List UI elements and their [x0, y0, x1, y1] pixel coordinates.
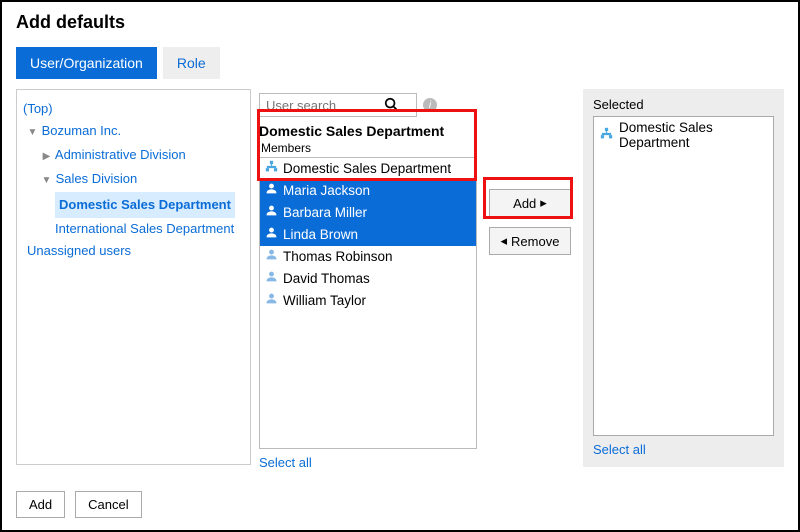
- tree-company[interactable]: Bozuman Inc.: [42, 123, 122, 138]
- tree-sales-division[interactable]: Sales Division: [56, 171, 138, 186]
- tree-domestic-sales[interactable]: Domestic Sales Department: [55, 192, 235, 218]
- tabs: User/Organization Role: [16, 47, 784, 79]
- member-name: William Taylor: [283, 292, 366, 310]
- search-icon[interactable]: [384, 97, 398, 114]
- org-tree: (Top) ▼ Bozuman Inc. ▶ Administrative Di…: [16, 89, 251, 465]
- member-name: Domestic Sales Department: [283, 160, 451, 178]
- transfer-buttons: Add ▸ ◂ Remove: [485, 89, 575, 470]
- tree-international-sales[interactable]: International Sales Department: [55, 221, 234, 236]
- add-button[interactable]: Add ▸: [489, 189, 571, 217]
- list-item[interactable]: David Thomas: [260, 268, 476, 290]
- list-item[interactable]: Domestic Sales Department: [260, 158, 476, 180]
- tree-unassigned[interactable]: Unassigned users: [27, 243, 131, 258]
- footer-add-button[interactable]: Add: [16, 491, 65, 518]
- tree-admin-division[interactable]: Administrative Division: [55, 147, 186, 162]
- member-picker: i Domestic Sales Department Members Dome…: [259, 89, 477, 470]
- org-icon: [265, 160, 278, 178]
- selected-list: Domestic Sales Department: [593, 116, 774, 436]
- person-icon: [265, 270, 278, 288]
- search-input[interactable]: [264, 95, 384, 115]
- toggle-icon[interactable]: ▼: [27, 122, 38, 144]
- person-icon: [265, 226, 278, 244]
- remove-button-label: Remove: [511, 234, 559, 249]
- selected-name: Domestic Sales Department: [619, 120, 767, 150]
- select-all-members[interactable]: Select all: [259, 455, 477, 470]
- add-button-label: Add: [513, 196, 536, 211]
- list-item[interactable]: Maria Jackson: [260, 180, 476, 202]
- members-list: Domestic Sales Department Maria Jackson Ba…: [259, 157, 477, 449]
- toggle-icon[interactable]: ▶: [41, 146, 52, 168]
- member-name: David Thomas: [283, 270, 370, 288]
- remove-button[interactable]: ◂ Remove: [489, 227, 571, 255]
- page-title: Add defaults: [16, 12, 784, 33]
- member-name: Thomas Robinson: [283, 248, 393, 266]
- footer-buttons: Add Cancel: [16, 491, 142, 518]
- members-label: Members: [259, 141, 477, 155]
- list-item[interactable]: Linda Brown: [260, 224, 476, 246]
- person-icon: [265, 182, 278, 200]
- tab-role[interactable]: Role: [163, 47, 220, 79]
- chevron-right-icon: ▸: [540, 195, 547, 211]
- person-icon: [265, 248, 278, 266]
- list-item[interactable]: Barbara Miller: [260, 202, 476, 224]
- person-icon: [265, 204, 278, 222]
- list-item[interactable]: Domestic Sales Department: [594, 117, 773, 153]
- person-icon: [265, 292, 278, 310]
- selected-title: Selected: [593, 97, 774, 112]
- tree-top[interactable]: (Top): [23, 101, 53, 116]
- search-input-wrap[interactable]: [259, 93, 417, 117]
- info-icon[interactable]: i: [423, 98, 437, 112]
- member-name: Barbara Miller: [283, 204, 367, 222]
- org-icon: [600, 127, 613, 143]
- member-name: Maria Jackson: [283, 182, 370, 200]
- selected-panel: Selected Domestic Sales Department Selec…: [583, 89, 784, 467]
- toggle-icon[interactable]: ▼: [41, 170, 52, 192]
- list-item[interactable]: William Taylor: [260, 290, 476, 312]
- list-item[interactable]: Thomas Robinson: [260, 246, 476, 268]
- member-name: Linda Brown: [283, 226, 358, 244]
- footer-cancel-button[interactable]: Cancel: [75, 491, 141, 518]
- select-all-selected[interactable]: Select all: [593, 442, 774, 457]
- member-list-heading: Domestic Sales Department: [259, 123, 477, 139]
- tab-user-organization[interactable]: User/Organization: [16, 47, 157, 79]
- chevron-left-icon: ◂: [501, 233, 508, 249]
